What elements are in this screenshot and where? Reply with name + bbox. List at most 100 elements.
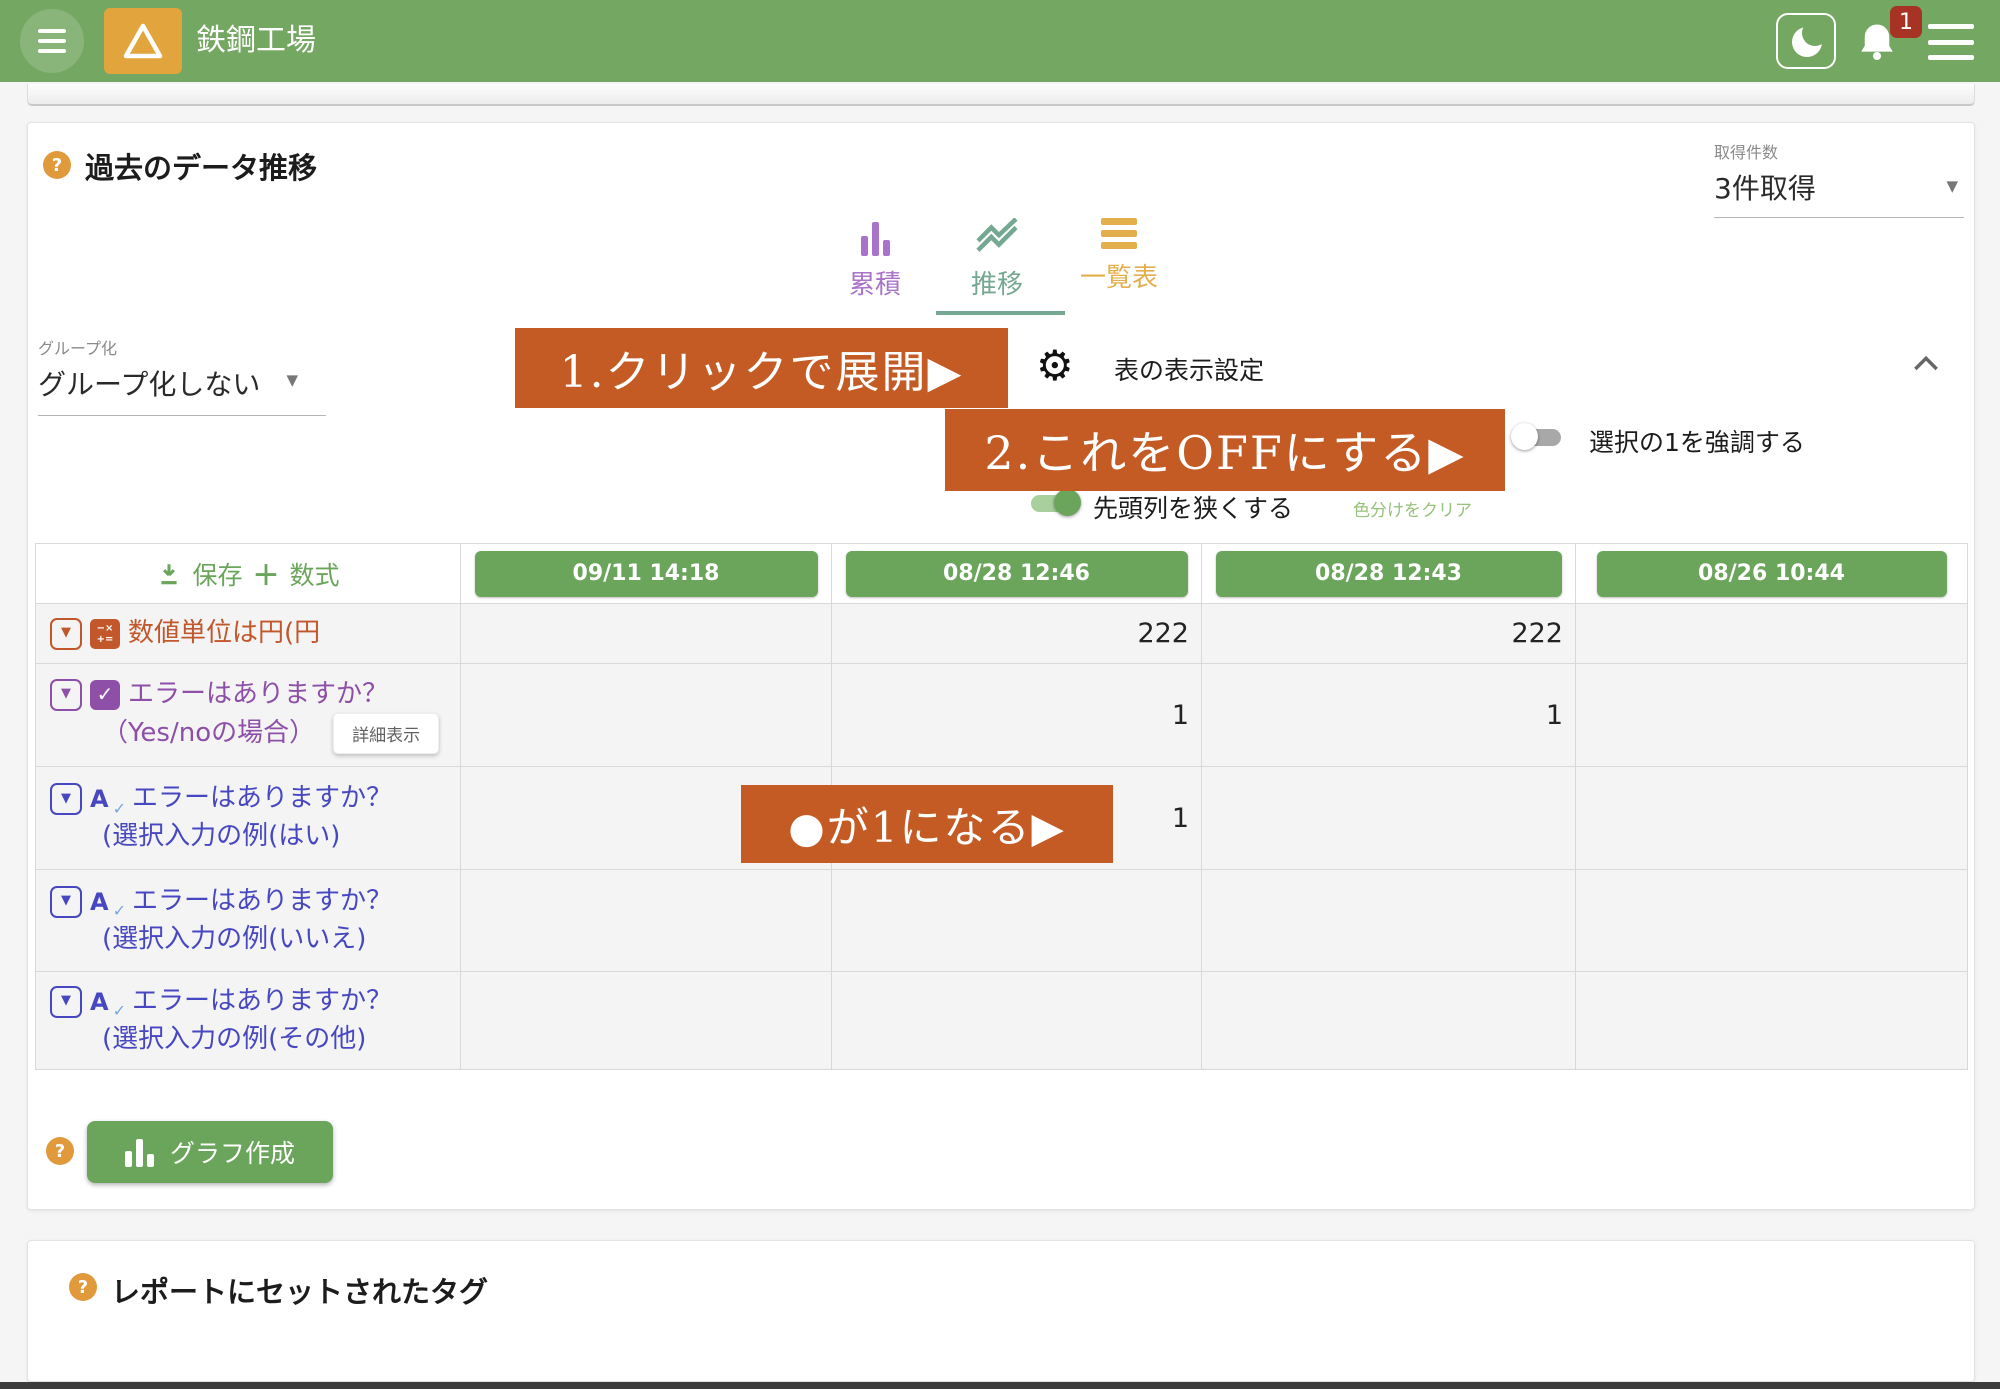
- row-dropdown-icon[interactable]: ▼: [50, 986, 82, 1018]
- highlight-selected-label: 選択の1を強調する: [1589, 423, 1805, 459]
- checkbox-icon: ✓: [90, 680, 120, 710]
- active-tab-underline: [936, 311, 1065, 315]
- page: 鉄鋼工場 1 ? 過去のデータ推移 取得件数 3件取得 ▼: [0, 0, 2000, 1389]
- download-icon[interactable]: [156, 560, 182, 588]
- row-dropdown-icon[interactable]: ▼: [50, 783, 82, 815]
- cell-value: 1: [1202, 664, 1576, 767]
- tab-cumulative[interactable]: 累積: [814, 218, 936, 301]
- help-icon[interactable]: ?: [46, 1137, 74, 1165]
- help-icon[interactable]: ?: [69, 1273, 97, 1301]
- toggle-thumb: [1511, 423, 1538, 450]
- text-input-check-icon: A✓: [90, 985, 124, 1019]
- cell-value: [832, 870, 1202, 972]
- column-header-button[interactable]: 09/11 14:18: [475, 551, 818, 597]
- row-label: エラーはありますか？: [132, 983, 392, 1021]
- fetch-count-label: 取得件数: [1714, 139, 1964, 163]
- overflow-menu-button[interactable]: [1928, 24, 1974, 60]
- fetch-count-value: 3件取得: [1714, 167, 1964, 207]
- tags-section-title: レポートにセットされたタグ: [111, 1269, 488, 1311]
- row-label: エラーはありますか？: [128, 676, 388, 714]
- clear-colors-link[interactable]: 色分けをクリア: [1353, 496, 1472, 521]
- narrow-first-column-label: 先頭列を狭くする: [1093, 489, 1293, 525]
- narrow-first-column-toggle[interactable]: [1023, 489, 1081, 517]
- row-sublabel: (選択入力の例(その他): [102, 1021, 366, 1059]
- app-title: 鉄鋼工場: [196, 0, 316, 82]
- bar-chart-icon: [861, 218, 890, 256]
- cell-value: [1576, 972, 1968, 1070]
- cell-value: [1576, 870, 1968, 972]
- row-label: エラーはありますか？: [132, 780, 392, 818]
- chevron-up-icon[interactable]: [1911, 353, 1941, 373]
- triangle-logo-icon: [122, 22, 164, 60]
- list-icon: [1101, 218, 1137, 249]
- notification-badge: 1: [1890, 6, 1922, 38]
- row-dropdown-icon[interactable]: ▼: [50, 618, 82, 650]
- row-sublabel: （Yes/noの場合）: [102, 715, 315, 753]
- cell-value: [832, 972, 1202, 1070]
- nav-menu-button[interactable]: [20, 9, 84, 73]
- app-logo[interactable]: [104, 8, 182, 74]
- row-dropdown-icon[interactable]: ▼: [50, 886, 82, 918]
- row-label: エラーはありますか？: [132, 883, 392, 921]
- cell-value: [1202, 767, 1576, 870]
- table-header-row: 保存 ＋ 数式 09/11 14:18 08/28 12:46 08/28 12…: [36, 544, 1968, 604]
- hamburger-icon: [38, 29, 66, 33]
- highlight-selected-toggle[interactable]: [1511, 423, 1569, 451]
- create-graph-button[interactable]: グラフ作成: [87, 1121, 333, 1183]
- text-input-check-icon: A✓: [90, 885, 124, 919]
- section-title: 過去のデータ推移: [85, 145, 317, 187]
- trend-lines-icon: [974, 218, 1020, 256]
- app-bar: 鉄鋼工場 1: [0, 0, 2000, 82]
- cell-value: [1576, 767, 1968, 870]
- fetch-count-select[interactable]: 取得件数 3件取得 ▼: [1714, 139, 1964, 218]
- cell-value: [1202, 870, 1576, 972]
- table-row: ▼ A✓ エラーはありますか？ (選択入力の例(その他): [36, 972, 1968, 1070]
- table-row: ▼ ✓ エラーはありますか？ （Yes/noの場合） 詳細表示 1 1: [36, 664, 1968, 767]
- annotation-turn-off: 2.これをOFFにする▶: [945, 409, 1505, 491]
- report-tags-card: ? レポートにセットされたタグ: [27, 1240, 1975, 1382]
- column-header-button[interactable]: 08/28 12:46: [846, 551, 1188, 597]
- cell-value: [461, 664, 832, 767]
- gear-icon[interactable]: ⚙: [1036, 345, 1074, 387]
- column-header-button[interactable]: 08/26 10:44: [1597, 551, 1947, 597]
- cell-value: 1: [832, 664, 1202, 767]
- tab-transition[interactable]: 推移: [936, 218, 1058, 301]
- calculator-icon: −×+=: [90, 619, 120, 649]
- table-settings-label: 表の表示設定: [1114, 351, 1264, 387]
- toggle-thumb: [1054, 489, 1081, 516]
- history-data-card: ? 過去のデータ推移 取得件数 3件取得 ▼ 累積 推移: [27, 122, 1975, 1210]
- row-dropdown-icon[interactable]: ▼: [50, 679, 82, 711]
- plus-icon[interactable]: ＋: [253, 554, 280, 593]
- cell-value: [461, 604, 832, 664]
- text-input-check-icon: A✓: [90, 782, 124, 816]
- cell-value: [461, 972, 832, 1070]
- cell-value: 222: [832, 604, 1202, 664]
- annotation-click-to-expand: 1.クリックで展開▶: [515, 328, 1008, 408]
- column-header-button[interactable]: 08/28 12:43: [1216, 551, 1562, 597]
- table-row: ▼ −×+= 数値単位は円(円 222 222: [36, 604, 1968, 664]
- cell-value: [461, 870, 832, 972]
- chevron-down-icon: ▼: [286, 371, 298, 389]
- group-by-value: グループ化しない: [38, 363, 326, 403]
- hamburger-icon: [1928, 24, 1974, 29]
- tab-list[interactable]: 一覧表: [1058, 218, 1180, 301]
- detail-view-button[interactable]: 詳細表示: [333, 713, 439, 754]
- group-by-select[interactable]: グループ化 グループ化しない ▼: [38, 335, 326, 416]
- row-sublabel: (選択入力の例(いいえ): [102, 921, 366, 959]
- dark-mode-button[interactable]: [1776, 13, 1836, 69]
- cell-value: 222: [1202, 604, 1576, 664]
- bar-chart-icon: [125, 1137, 154, 1167]
- table-row: ▼ A✓ エラーはありますか？ (選択入力の例(いいえ): [36, 870, 1968, 972]
- row-sublabel: (選択入力の例(はい): [102, 818, 340, 856]
- cell-value: [1576, 664, 1968, 767]
- create-graph-label: グラフ作成: [170, 1134, 295, 1170]
- row-label: 数値単位は円(円: [128, 615, 320, 653]
- chevron-down-icon: ▼: [1946, 177, 1958, 195]
- cell-value: [1202, 972, 1576, 1070]
- moon-icon: [1792, 27, 1822, 57]
- group-by-label: グループ化: [38, 335, 326, 359]
- formula-button[interactable]: 数式: [290, 556, 340, 592]
- window-bottom-edge: [0, 1382, 2000, 1389]
- help-icon[interactable]: ?: [43, 151, 71, 179]
- save-button[interactable]: 保存: [192, 556, 242, 592]
